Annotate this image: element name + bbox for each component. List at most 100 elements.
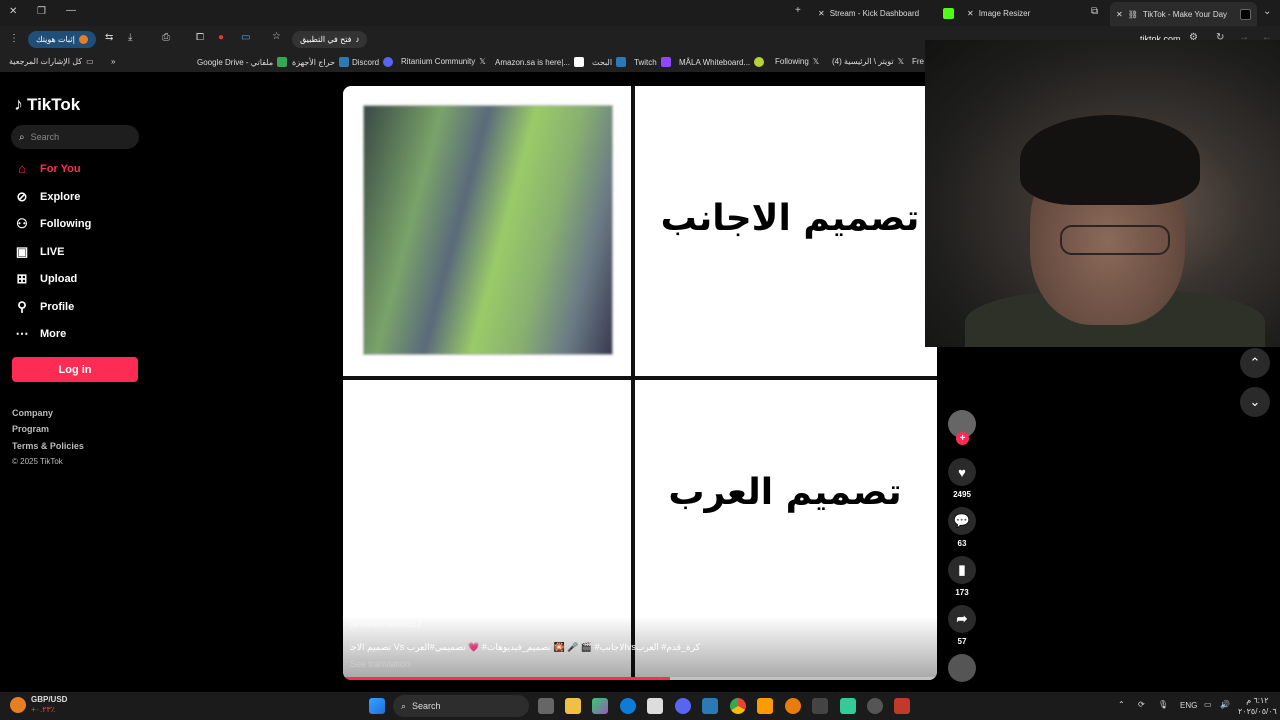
- mail-icon[interactable]: [702, 698, 718, 714]
- nav-following[interactable]: ⚇ Following: [14, 216, 91, 232]
- language-indicator[interactable]: ENG: [1180, 701, 1197, 710]
- bookmark-star-icon[interactable]: ☆: [272, 31, 281, 42]
- video-progress[interactable]: [343, 677, 937, 680]
- open-in-app-button[interactable]: فتح في التطبيق ♪: [292, 31, 368, 48]
- video-text-top: تصميم الاجانب: [660, 198, 920, 239]
- ticker-widget[interactable]: GBP/USD +٠.٢٣٪: [10, 695, 67, 715]
- bookmark-ritanium[interactable]: Ritanium Community 𝕏: [401, 57, 486, 66]
- music-disc-icon: [948, 654, 976, 682]
- haraj-icon: [339, 57, 349, 67]
- bookmark-twitter[interactable]: (4) تويتر \ الرئيسية 𝕏: [832, 57, 904, 66]
- recorder-icon[interactable]: [894, 698, 910, 714]
- discord-icon[interactable]: [675, 698, 691, 714]
- bookmark-label: Twitch: [634, 57, 657, 67]
- nav-label: More: [40, 328, 67, 340]
- footer-company[interactable]: Company: [12, 408, 53, 418]
- chevron-down-icon[interactable]: ⌄: [1263, 6, 1271, 17]
- translate-icon[interactable]: ⇆: [105, 32, 113, 43]
- video-username[interactable]: jamalarmaciaro52: [350, 619, 422, 629]
- creator-avatar[interactable]: +: [947, 410, 977, 445]
- bookmark-whiteboard[interactable]: MÅLA Whiteboard...: [679, 57, 765, 67]
- next-video-button[interactable]: ⌄: [1240, 387, 1270, 417]
- user-icon: ⚲: [17, 299, 27, 314]
- store-icon[interactable]: [647, 698, 663, 714]
- close-icon[interactable]: ✕: [9, 6, 17, 17]
- bookmark-search[interactable]: البحث: [592, 57, 627, 67]
- nav-explore[interactable]: ⊘ Explore: [14, 189, 81, 205]
- menu-dots-icon[interactable]: ⋮: [9, 33, 19, 44]
- illustrator-icon[interactable]: [757, 698, 773, 714]
- see-translation-link[interactable]: See translation: [350, 659, 410, 669]
- follow-plus-icon[interactable]: +: [956, 432, 969, 445]
- taskbar-search-label: Search: [412, 701, 441, 711]
- bookmark-truncated[interactable]: Fre: [912, 57, 924, 66]
- bookmark-twitch[interactable]: Twitch: [634, 57, 671, 67]
- footer-terms[interactable]: Terms & Policies: [12, 441, 84, 451]
- tab-image-resizer[interactable]: ✕ Image Resizer: [967, 4, 1030, 22]
- chevron-double-icon[interactable]: »: [111, 57, 115, 66]
- footer-program[interactable]: Program: [12, 424, 49, 434]
- previous-video-button[interactable]: ⌃: [1240, 348, 1270, 378]
- download-icon[interactable]: ⤓: [128, 32, 132, 43]
- chrome-icon[interactable]: [730, 698, 746, 714]
- bookmark-amazon[interactable]: Amazon.sa is here|...: [495, 57, 584, 67]
- cast-icon[interactable]: ▭: [241, 32, 250, 43]
- nav-label: Upload: [40, 273, 78, 285]
- nav-more[interactable]: ⋯ More: [14, 326, 67, 342]
- taskbar-search[interactable]: ⌕ Search: [393, 695, 529, 717]
- windows-start-icon[interactable]: [369, 698, 385, 714]
- tray-chevron-icon[interactable]: ⌃: [1118, 700, 1125, 709]
- video-player[interactable]: تصميم الاجانب تصميم العرب jamalarmaciaro…: [343, 86, 937, 680]
- obs-icon[interactable]: [867, 698, 883, 714]
- tab-close-icon[interactable]: ✕: [818, 9, 825, 18]
- tab-close-icon[interactable]: ✕: [1116, 10, 1123, 19]
- volume-icon[interactable]: 🔊: [1220, 700, 1230, 709]
- bookmark-haraj[interactable]: حراج الأجهزة: [292, 57, 349, 67]
- identity-button[interactable]: إثبات هويتك: [28, 31, 96, 48]
- task-view-icon[interactable]: [538, 698, 554, 714]
- tab-tiktok[interactable]: ✕ ⛓ TikTok - Make Your Day: [1110, 2, 1258, 26]
- app-icon[interactable]: [840, 698, 856, 714]
- tiktok-logo[interactable]: ♪ TikTok: [14, 94, 80, 115]
- currency-icon: [10, 697, 26, 713]
- nav-live[interactable]: ▣ LIVE: [14, 244, 65, 260]
- bookmark-following[interactable]: Following 𝕏: [775, 57, 819, 66]
- bookmark-discord[interactable]: Discord: [352, 57, 394, 67]
- x-icon: 𝕏: [897, 57, 905, 66]
- tab-kick[interactable]: ✕ Stream - Kick Dashboard: [818, 4, 919, 22]
- clock[interactable]: ٦:١٢ م ٢٠٢٥/٠٥/٠٦: [1238, 695, 1277, 717]
- extensions-icon[interactable]: ⧠: [196, 32, 204, 43]
- copilot-icon[interactable]: [592, 698, 608, 714]
- nav-for-you[interactable]: ⌂ For You: [14, 161, 80, 176]
- nav-profile[interactable]: ⚲ Profile: [14, 299, 74, 315]
- like-button[interactable]: ♥ 2495: [947, 458, 977, 499]
- bookmark-label: حراج الأجهزة: [292, 57, 335, 67]
- save-button[interactable]: ▮ 173: [947, 556, 977, 597]
- calendar-icon[interactable]: [812, 698, 828, 714]
- record-icon[interactable]: ●: [218, 32, 224, 43]
- network-icon[interactable]: ▭: [1204, 700, 1212, 709]
- login-button[interactable]: Log in: [12, 357, 138, 382]
- new-tab-icon[interactable]: +: [795, 5, 801, 16]
- screenshot-icon[interactable]: ⎙: [162, 32, 170, 43]
- search-input[interactable]: ⌕ Search: [11, 125, 139, 149]
- file-explorer-icon[interactable]: [565, 698, 581, 714]
- split-view-icon[interactable]: ⧉: [1091, 6, 1098, 17]
- restore-icon[interactable]: ❐: [37, 6, 46, 17]
- nav-label: Profile: [40, 301, 75, 313]
- sync-icon[interactable]: ⟳: [1138, 700, 1145, 709]
- minimize-icon[interactable]: —: [66, 5, 76, 16]
- bookmark-google-drive[interactable]: Google Drive - ملفاتي: [197, 57, 288, 67]
- tab-close-icon[interactable]: ✕: [967, 9, 974, 18]
- comment-button[interactable]: 💬 63: [947, 507, 977, 548]
- home-icon: ⌂: [18, 161, 26, 176]
- share-button[interactable]: ➦ 57: [947, 605, 977, 646]
- edge-icon[interactable]: [620, 698, 636, 714]
- bookmark-all[interactable]: كل الإشارات المرجعية ▭: [9, 57, 94, 66]
- mic-icon[interactable]: 🎙: [1158, 700, 1168, 709]
- search-icon: ⌕: [401, 700, 407, 711]
- nav-upload[interactable]: ⊞ Upload: [14, 271, 78, 287]
- blender-icon[interactable]: [785, 698, 801, 714]
- music-disc[interactable]: [947, 654, 977, 686]
- search-placeholder: Search: [30, 132, 60, 142]
